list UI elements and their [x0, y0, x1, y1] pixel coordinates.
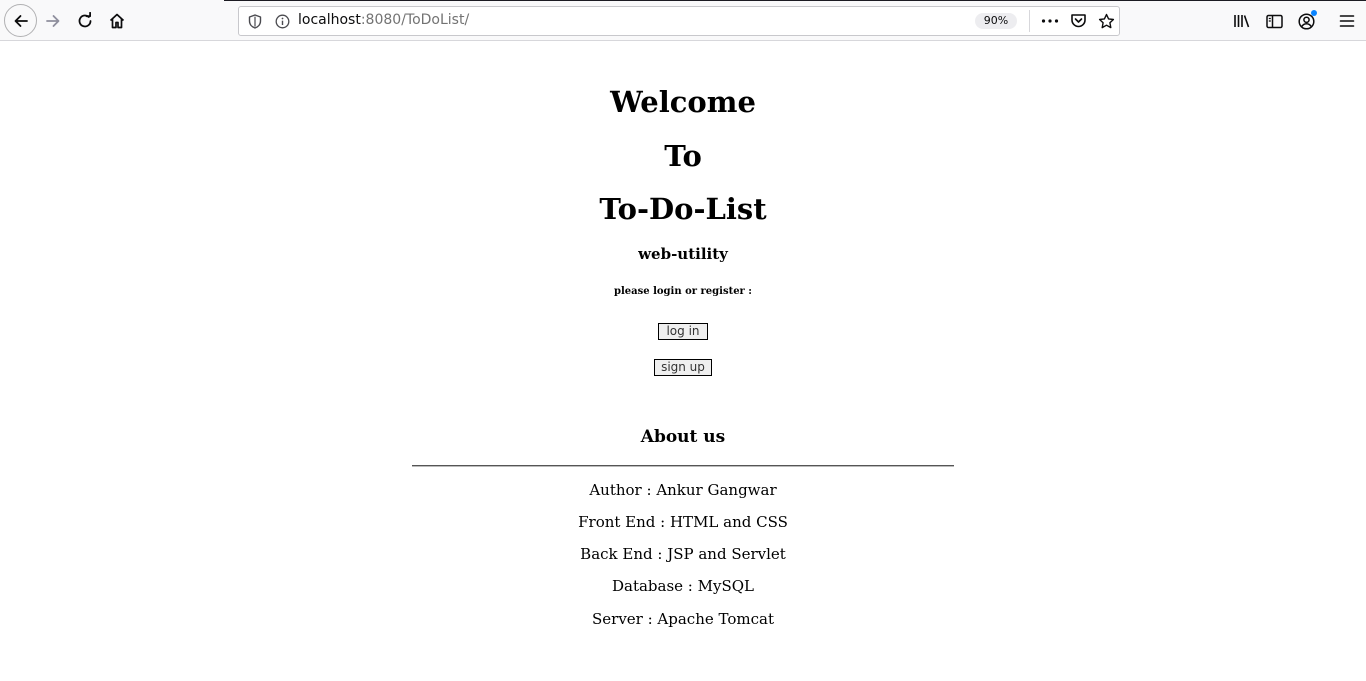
- url-text[interactable]: localhost:8080/ToDoList/: [298, 12, 469, 28]
- welcome-heading: Welcome: [610, 85, 756, 119]
- subtitle-heading: web-utility: [638, 245, 728, 263]
- reload-button[interactable]: [69, 5, 101, 37]
- about-back-end: Back End : JSP and Servlet: [580, 545, 786, 563]
- page-content: Welcome To To-Do-List web-utility please…: [0, 42, 1366, 681]
- app-title-heading: To-Do-List: [599, 192, 767, 226]
- arrow-left-icon: [14, 14, 28, 27]
- library-icon: [1234, 15, 1250, 28]
- reload-icon: [78, 12, 92, 28]
- back-button[interactable]: [4, 4, 37, 37]
- about-author: Author : Ankur Gangwar: [589, 481, 777, 499]
- address-bar[interactable]: localhost:8080/ToDoList/ 90%: [238, 6, 1120, 36]
- ellipsis-icon: [1041, 19, 1059, 23]
- login-prompt: please login or register :: [613, 286, 752, 297]
- url-host: localhost: [298, 12, 361, 28]
- home-button[interactable]: [101, 5, 133, 37]
- about-server: Server : Apache Tomcat: [592, 610, 774, 628]
- sidebar-icon: [1265, 14, 1283, 28]
- about-us-heading: About us: [640, 427, 726, 447]
- account-button[interactable]: [1294, 9, 1318, 33]
- url-separator: [1029, 10, 1030, 32]
- arrow-right-icon: [46, 15, 60, 27]
- signup-button[interactable]: sign up: [654, 359, 712, 376]
- about-divider: [412, 465, 954, 467]
- hamburger-menu-icon: [1339, 15, 1355, 27]
- library-button[interactable]: [1230, 9, 1254, 33]
- notification-dot: [1311, 10, 1317, 16]
- login-button[interactable]: log in: [658, 323, 708, 340]
- to-heading: To: [664, 139, 702, 173]
- shield-icon[interactable]: [247, 13, 263, 29]
- home-icon: [109, 13, 125, 29]
- star-icon: [1098, 13, 1114, 28]
- page-actions-button[interactable]: [1039, 11, 1061, 31]
- bookmark-star-button[interactable]: [1095, 11, 1117, 31]
- zoom-level-badge[interactable]: 90%: [975, 13, 1017, 29]
- info-icon[interactable]: [274, 13, 290, 29]
- about-front-end: Front End : HTML and CSS: [578, 513, 788, 531]
- about-database: Database : MySQL: [611, 577, 755, 595]
- menu-button[interactable]: [1335, 9, 1359, 33]
- pocket-icon: [1070, 14, 1086, 28]
- browser-toolbar: localhost:8080/ToDoList/ 90%: [0, 0, 1366, 41]
- tab-strip-edge: [224, 0, 1366, 1]
- forward-button[interactable]: [37, 5, 69, 37]
- url-path: :8080/ToDoList/: [360, 12, 470, 28]
- sidebar-button[interactable]: [1262, 9, 1286, 33]
- pocket-button[interactable]: [1067, 11, 1089, 31]
